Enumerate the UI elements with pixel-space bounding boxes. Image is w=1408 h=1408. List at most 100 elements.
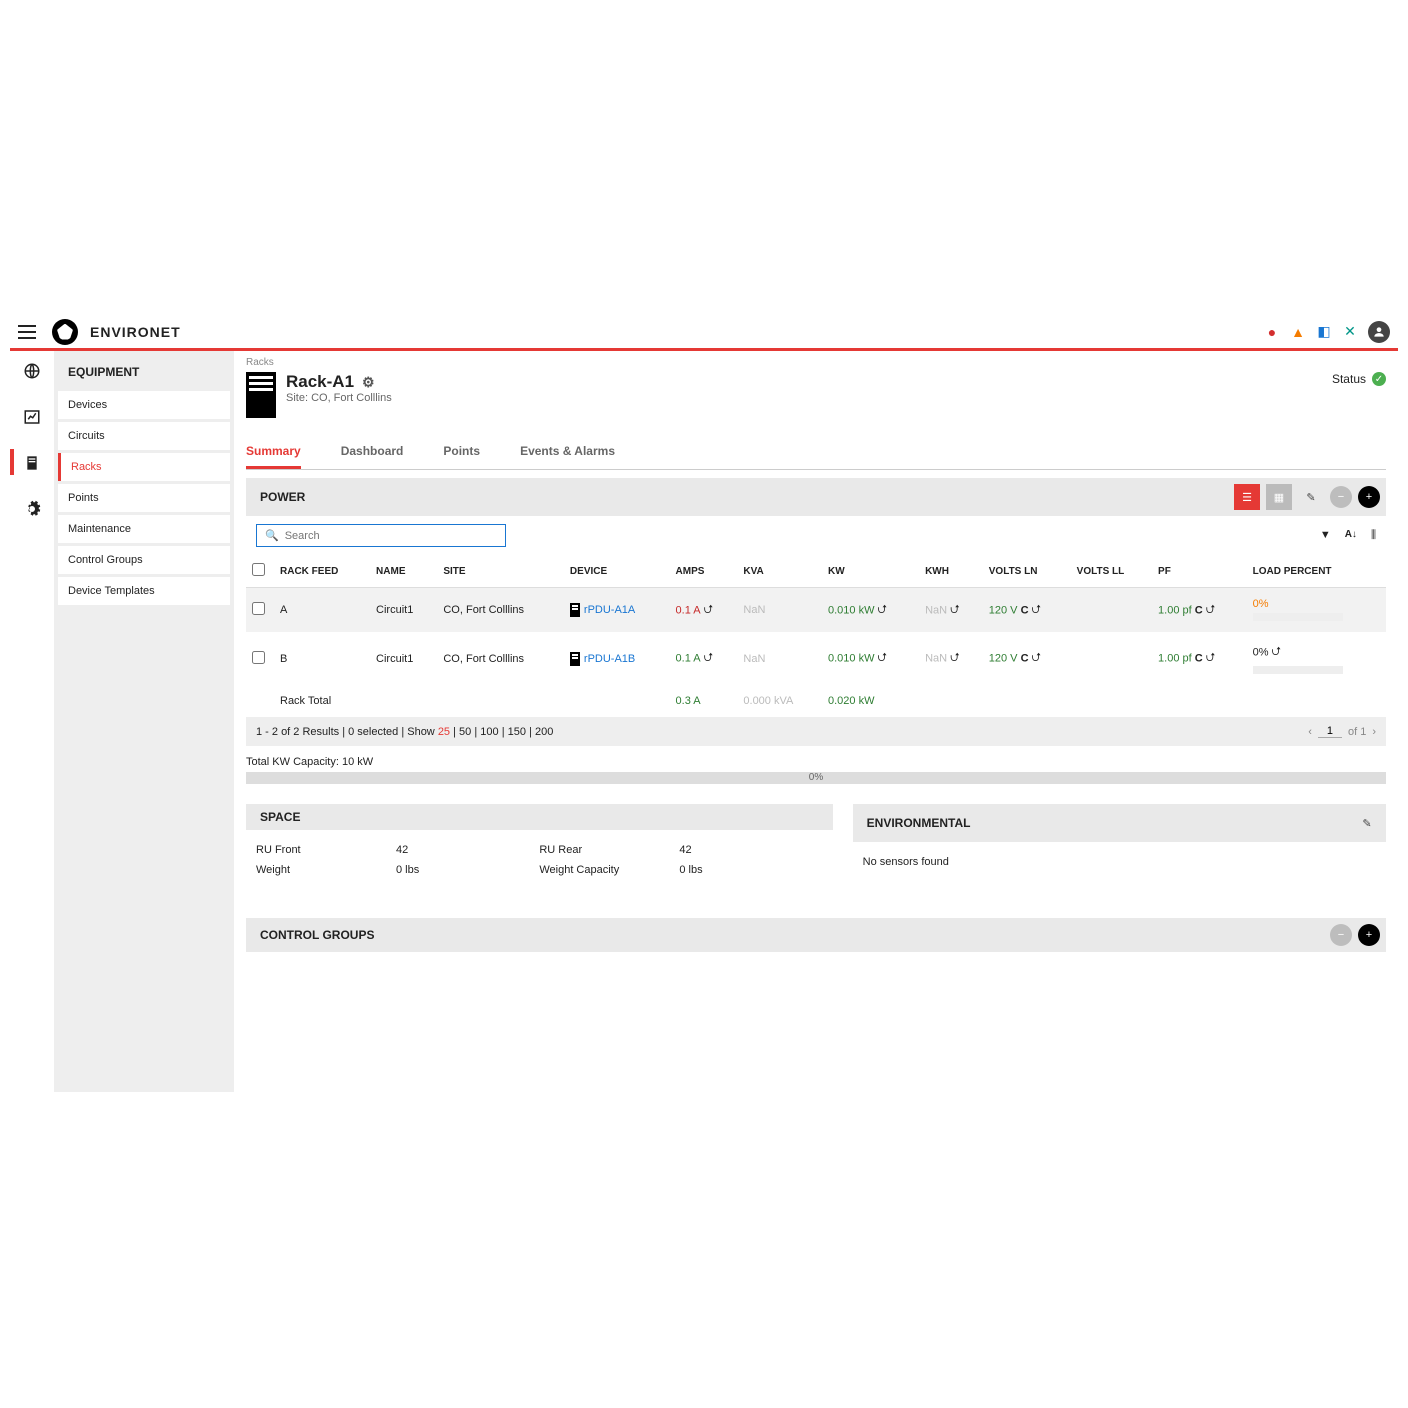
cell-vln: 120 V C⮍ [983, 632, 1071, 685]
chart-icon[interactable]: ⮍ [704, 600, 714, 621]
view-grid-icon[interactable]: ▦ [1266, 484, 1292, 510]
nav-settings-icon[interactable] [22, 499, 42, 519]
search-box[interactable]: 🔍 [256, 524, 506, 547]
weight-value: 0 lbs [396, 864, 419, 876]
topbar-status-icons: ● ▲ ◧ ✕ [1264, 321, 1390, 343]
chart-icon[interactable]: ⮍ [1032, 600, 1042, 621]
capacity-label: Total KW Capacity: 10 kW [246, 756, 373, 768]
pdu-icon [570, 652, 580, 666]
cell-amps: 0.1 A⮍ [670, 632, 738, 685]
nav-globe-icon[interactable] [22, 361, 42, 381]
page-title: Rack-A1 ⚙ [286, 372, 392, 392]
col-rackfeed[interactable]: RACK FEED [274, 555, 370, 588]
chart-icon[interactable]: ⮍ [1206, 648, 1216, 669]
chart-icon[interactable]: ⮍ [704, 648, 714, 669]
ru-front-label: RU Front [256, 844, 396, 856]
chart-icon[interactable]: ⮍ [877, 648, 887, 669]
select-all-checkbox[interactable] [252, 563, 265, 576]
device-link[interactable]: rPDU-A1B [584, 652, 635, 664]
cell-load: 0%⮍ [1247, 632, 1386, 685]
cell-feed: A [274, 588, 370, 633]
pager-next-icon[interactable]: › [1372, 726, 1376, 738]
cell-feed: B [274, 632, 370, 685]
pager-of-label: of 1 [1348, 726, 1366, 738]
chart-icon[interactable]: ⮍ [950, 600, 960, 621]
col-device[interactable]: DEVICE [564, 555, 670, 588]
add-icon[interactable]: + [1358, 486, 1380, 508]
tab-dashboard[interactable]: Dashboard [341, 436, 404, 469]
power-panel: POWER ☰ ▦ ✎ − + 🔍 ▼ [246, 478, 1386, 784]
gear-icon[interactable]: ⚙ [362, 374, 375, 391]
sidebar-item-circuits[interactable]: Circuits [58, 422, 230, 450]
table-total-row: Rack Total 0.3 A 0.000 kVA 0.020 kW [246, 685, 1386, 717]
user-avatar-icon[interactable] [1368, 321, 1390, 343]
power-actions: ☰ ▦ ✎ − + [1234, 484, 1380, 510]
view-list-icon[interactable]: ☰ [1234, 484, 1260, 510]
remove-icon[interactable]: − [1330, 924, 1352, 946]
breadcrumb[interactable]: Racks [246, 357, 1386, 368]
col-pf[interactable]: PF [1152, 555, 1247, 588]
cell-load: 0% [1247, 588, 1386, 633]
remove-icon[interactable]: − [1330, 486, 1352, 508]
sidebar-item-points[interactable]: Points [58, 484, 230, 512]
control-groups-title: CONTROL GROUPS [260, 928, 374, 942]
search-input[interactable] [285, 530, 497, 542]
col-load[interactable]: LOAD PERCENT [1247, 555, 1386, 588]
col-kw[interactable]: KW [822, 555, 919, 588]
chart-icon[interactable]: ⮍ [1272, 642, 1282, 663]
cell-device: rPDU-A1B [564, 632, 670, 685]
pager-prev-icon[interactable]: ‹ [1308, 726, 1312, 738]
alert-icon[interactable]: ● [1264, 324, 1280, 340]
row-checkbox[interactable] [252, 651, 265, 664]
space-body: RU Front42 Weight0 lbs RU Rear42 Weight … [246, 830, 833, 898]
pager-summary: 1 - 2 of 2 Results | 0 selected | Show 2… [256, 726, 553, 738]
col-kwh[interactable]: KWH [919, 555, 983, 588]
network-icon[interactable]: ◧ [1316, 324, 1332, 340]
row-checkbox[interactable] [252, 602, 265, 615]
nav-rack-icon[interactable] [22, 453, 42, 473]
pager-nav: ‹ of 1 › [1308, 725, 1376, 738]
sidebar-item-control-groups[interactable]: Control Groups [58, 546, 230, 574]
tab-points[interactable]: Points [443, 436, 480, 469]
col-kva[interactable]: KVA [737, 555, 822, 588]
environmental-panel: ENVIRONMENTAL ✎ No sensors found [853, 804, 1386, 898]
main-row: EQUIPMENT Devices Circuits Racks Points … [10, 351, 1398, 1092]
nav-chart-icon[interactable] [22, 407, 42, 427]
app-root: ENVIRONET ● ▲ ◧ ✕ [10, 315, 1398, 1095]
device-link[interactable]: rPDU-A1A [584, 604, 635, 616]
tab-summary[interactable]: Summary [246, 436, 301, 469]
sidebar-item-devices[interactable]: Devices [58, 391, 230, 419]
sidebar-item-maintenance[interactable]: Maintenance [58, 515, 230, 543]
power-panel-header: POWER ☰ ▦ ✎ − + [246, 478, 1386, 516]
tools-icon[interactable]: ✕ [1342, 324, 1358, 340]
chart-icon[interactable]: ⮍ [1206, 600, 1216, 621]
status-badge: Status ✓ [1332, 372, 1386, 386]
pager-page-input[interactable] [1318, 725, 1342, 738]
filter-icon[interactable]: ▼ [1320, 529, 1331, 542]
chart-icon[interactable]: ⮍ [877, 600, 887, 621]
sort-icon[interactable]: A↓ [1345, 529, 1357, 542]
space-env-row: SPACE RU Front42 Weight0 lbs RU Rear42 W… [246, 804, 1386, 898]
iconbar [10, 351, 54, 1092]
tab-events[interactable]: Events & Alarms [520, 436, 615, 469]
edit-icon[interactable]: ✎ [1354, 810, 1380, 836]
control-groups-actions: − + [1330, 924, 1380, 946]
col-vln[interactable]: VOLTS LN [983, 555, 1071, 588]
col-site[interactable]: SITE [437, 555, 564, 588]
load-bar [1253, 666, 1343, 674]
sidebar-item-racks[interactable]: Racks [58, 453, 230, 481]
chart-icon[interactable]: ⮍ [1032, 648, 1042, 669]
columns-icon[interactable]: ⫼ [1371, 529, 1376, 542]
cell-kw: 0.010 kW⮍ [822, 588, 919, 633]
col-amps[interactable]: AMPS [670, 555, 738, 588]
table-row: A Circuit1 CO, Fort Colllins rPDU-A1A 0.… [246, 588, 1386, 633]
col-name[interactable]: NAME [370, 555, 437, 588]
hamburger-icon[interactable] [18, 325, 36, 339]
sidebar-item-device-templates[interactable]: Device Templates [58, 577, 230, 605]
add-icon[interactable]: + [1358, 924, 1380, 946]
edit-icon[interactable]: ✎ [1298, 484, 1324, 510]
chart-icon[interactable]: ⮍ [950, 648, 960, 669]
app-title: ENVIRONET [90, 324, 181, 340]
warning-icon[interactable]: ▲ [1290, 324, 1306, 340]
col-vll[interactable]: VOLTS LL [1071, 555, 1152, 588]
